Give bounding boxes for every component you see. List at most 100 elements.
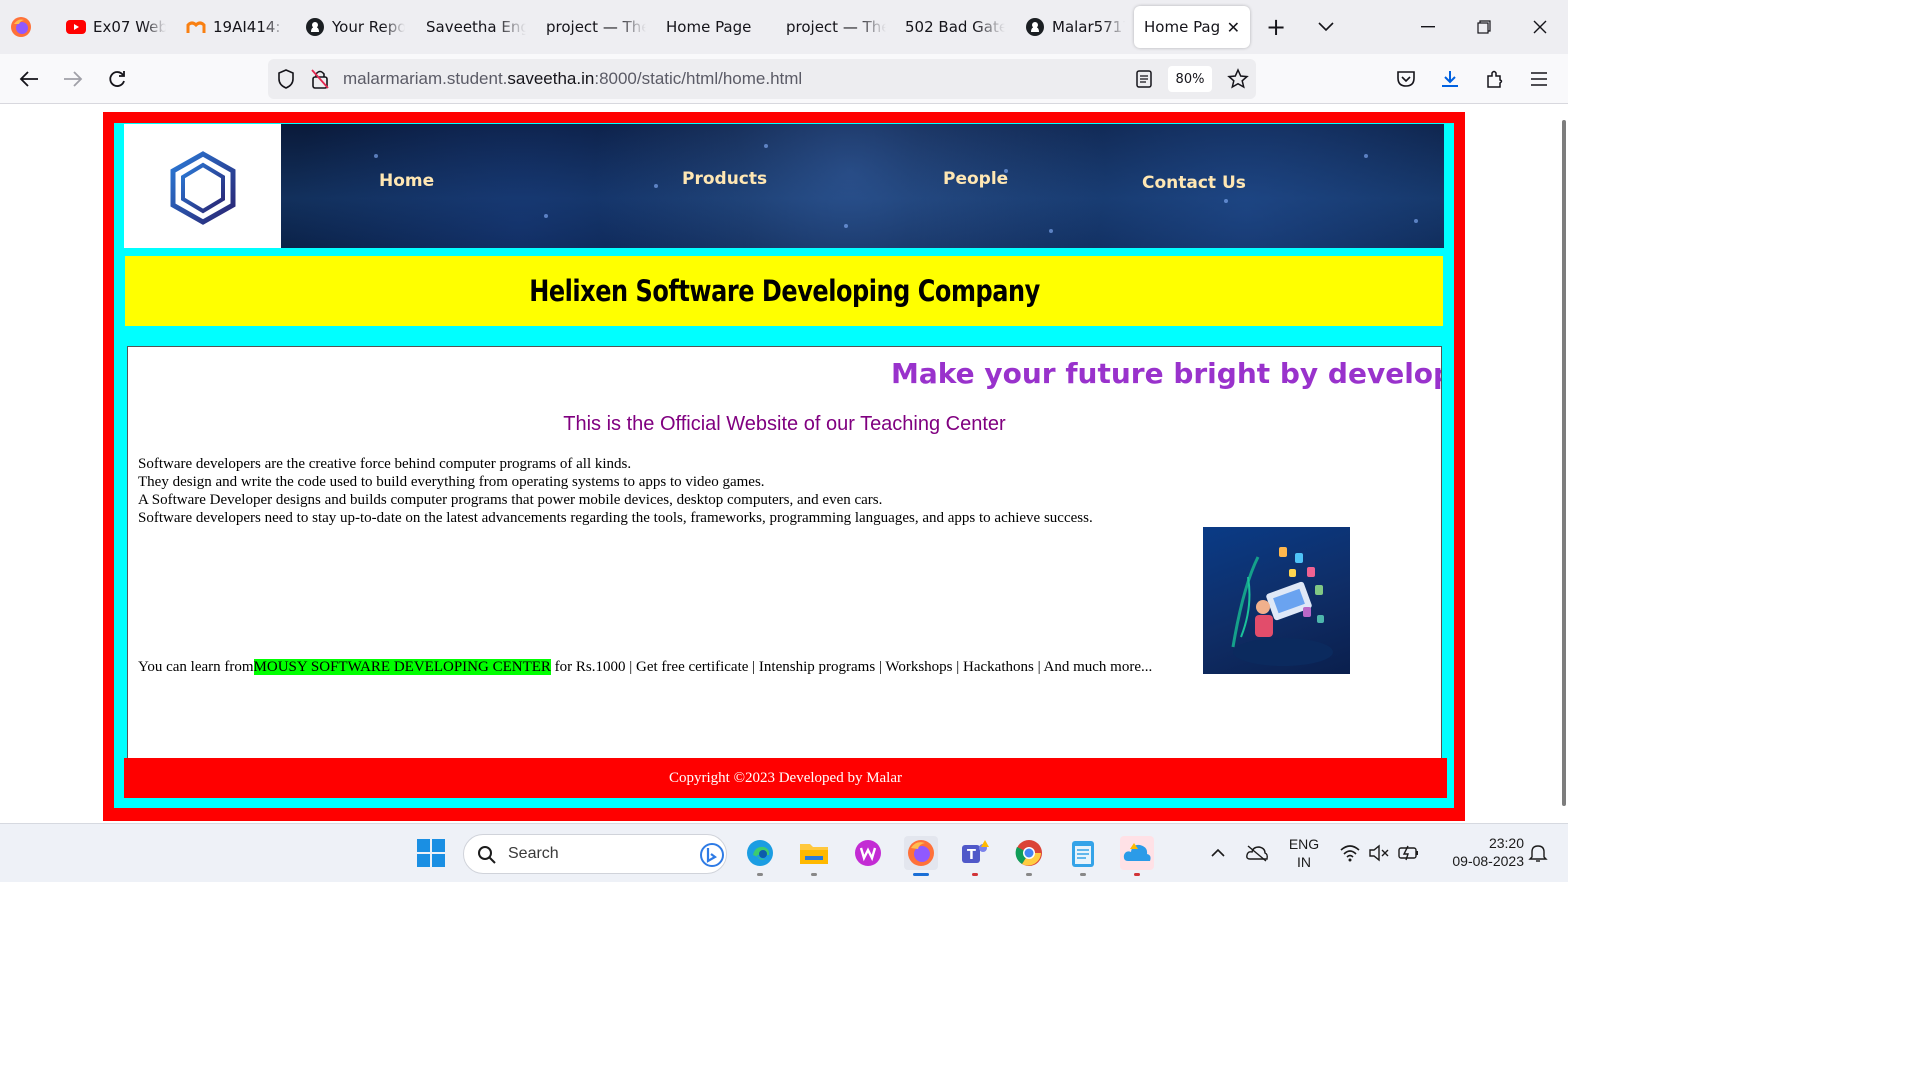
- back-button[interactable]: [14, 64, 44, 94]
- pocket-button[interactable]: [1391, 64, 1421, 94]
- inner-cyan-container: Home Products People Contact Us Helixen …: [114, 123, 1454, 808]
- vertical-scrollbar[interactable]: [1562, 120, 1566, 806]
- new-tab-button[interactable]: +: [1261, 12, 1291, 42]
- tab-saveetha-engi[interactable]: Saveetha Engi: [426, 6, 526, 48]
- header-background-image: [124, 124, 1444, 248]
- center-name-highlight: MOUSY SOFTWARE DEVELOPING CENTER: [253, 659, 551, 675]
- paragraph-line: They design and write the code used to b…: [138, 474, 765, 490]
- windows-taskbar: Search T ENG IN 23:20 09-08-2023: [0, 823, 1568, 882]
- address-bar[interactable]: malarmariam.student.saveetha.in:8000/sta…: [268, 59, 1256, 99]
- puzzle-icon: [1487, 70, 1503, 88]
- notepad-icon: [1072, 841, 1094, 867]
- navigation-toolbar: malarmariam.student.saveetha.in:8000/sta…: [0, 54, 1568, 104]
- copyright-text: Copyright ©2023 Developed by Malar: [668, 769, 903, 786]
- paragraph-line: A Software Developer designs and builds …: [138, 492, 883, 508]
- youtube-icon: [66, 17, 86, 37]
- nav-link-people[interactable]: People: [943, 169, 1008, 189]
- taskbar-edge[interactable]: [743, 836, 777, 876]
- learn-prefix: You can learn from: [138, 659, 254, 675]
- paragraph-line: Software developers are the creative for…: [138, 456, 632, 472]
- nav-link-products[interactable]: Products: [682, 169, 767, 189]
- close-tab-icon[interactable]: ✕: [1227, 18, 1240, 37]
- tab-label: Your Repo: [332, 18, 405, 36]
- hexagon-logo-icon: [170, 151, 235, 225]
- taskbar-file-explorer[interactable]: [797, 836, 831, 876]
- notification-center[interactable]: [1521, 836, 1555, 870]
- learn-suffix: for Rs.1000 | Get free certificate | Int…: [550, 659, 1153, 675]
- tab-label: Home Page: [1144, 18, 1221, 36]
- main-content: Make your future bright by developi This…: [127, 346, 1442, 759]
- show-hidden-icons[interactable]: [1201, 836, 1235, 870]
- cloud-offline-icon: [1246, 845, 1268, 862]
- bookmark-star-icon[interactable]: [1227, 68, 1249, 94]
- zoom-indicator[interactable]: 80%: [1168, 66, 1212, 92]
- tab-19ai414[interactable]: 19AI414: E: [186, 6, 286, 48]
- url-suffix: :8000/static/html/home.html: [594, 69, 803, 88]
- learn-line: You can learn fromMOUSY SOFTWARE DEVELOP…: [138, 659, 1152, 676]
- close-window-icon[interactable]: [1525, 12, 1555, 42]
- taskbar-app-highlighted[interactable]: [1120, 836, 1154, 876]
- url-domain: saveetha.in: [507, 69, 595, 88]
- teams-icon: T: [962, 840, 989, 863]
- clock-time: 23:20: [1488, 835, 1524, 851]
- app-menu-button[interactable]: [1524, 64, 1554, 94]
- taskbar-chrome[interactable]: [1012, 836, 1046, 876]
- clock-date: 09-08-2023: [1452, 853, 1524, 869]
- tab-project-2[interactable]: project — The: [786, 6, 886, 48]
- windows-logo-icon: [417, 839, 445, 867]
- firefox-icon: [11, 17, 31, 37]
- site-footer: Copyright ©2023 Developed by Malar: [124, 758, 1447, 798]
- reader-view-icon[interactable]: [1136, 70, 1152, 92]
- tab-home-page-active[interactable]: Home Page ✕: [1134, 6, 1250, 48]
- tab-home-page-1[interactable]: Home Page: [666, 6, 766, 48]
- region-code: IN: [1297, 854, 1311, 870]
- nav-link-contact-us[interactable]: Contact Us: [1142, 173, 1246, 193]
- reload-button[interactable]: [102, 64, 132, 94]
- forward-button[interactable]: [58, 64, 88, 94]
- page-viewport: Home Products People Contact Us Helixen …: [0, 104, 1568, 823]
- taskbar-teams[interactable]: T: [958, 836, 992, 876]
- volume-status[interactable]: [1362, 836, 1396, 870]
- restore-icon[interactable]: [1469, 12, 1499, 42]
- tab-label: Saveetha Engi: [426, 18, 526, 36]
- wps-office-icon: [855, 840, 881, 866]
- paragraph-line: Software developers need to stay up-to-d…: [138, 510, 1093, 526]
- chevron-up-icon: [1211, 848, 1225, 857]
- company-banner: Helixen Software Developing Company: [125, 256, 1443, 326]
- download-icon: [1442, 71, 1458, 87]
- url-text[interactable]: malarmariam.student.saveetha.in:8000/sta…: [343, 69, 802, 89]
- insecure-lock-icon[interactable]: [311, 69, 329, 93]
- search-icon: [478, 846, 496, 864]
- tab-malar5717[interactable]: Malar5717: [1025, 6, 1125, 48]
- taskbar-notepad[interactable]: [1066, 836, 1100, 876]
- tab-your-repo[interactable]: Your Repo: [305, 6, 405, 48]
- list-all-tabs-icon[interactable]: [1311, 12, 1341, 42]
- shield-icon[interactable]: [277, 69, 295, 93]
- nav-link-home[interactable]: Home: [379, 171, 434, 191]
- pocket-icon: [1397, 71, 1415, 87]
- wifi-icon: [1340, 845, 1360, 862]
- chrome-icon: [1015, 840, 1042, 866]
- battery-status[interactable]: [1392, 836, 1426, 870]
- bing-icon[interactable]: [699, 842, 725, 868]
- arrow-left-icon: [19, 71, 38, 87]
- tab-strip: Ex07 Webs 19AI414: E Your Repo Saveetha …: [0, 0, 1568, 54]
- downloads-button[interactable]: [1435, 64, 1465, 94]
- language-indicator[interactable]: ENG IN: [1284, 836, 1324, 870]
- taskbar-firefox[interactable]: [904, 836, 938, 876]
- firefox-view-button[interactable]: [10, 6, 40, 48]
- tab-502-bad-gateway[interactable]: 502 Bad Gatev: [905, 6, 1005, 48]
- minimize-icon[interactable]: [1413, 12, 1443, 42]
- start-button[interactable]: [414, 836, 448, 870]
- tab-project-1[interactable]: project — The: [546, 6, 646, 48]
- tab-ex07[interactable]: Ex07 Webs: [66, 6, 166, 48]
- official-website-heading: This is the Official Website of our Teac…: [563, 413, 1006, 435]
- clock[interactable]: 23:20 09-08-2023: [1432, 835, 1524, 869]
- taskbar-search[interactable]: Search: [463, 834, 727, 874]
- company-logo[interactable]: [124, 124, 281, 248]
- taskbar-wps[interactable]: [851, 836, 885, 870]
- extensions-button[interactable]: [1480, 64, 1510, 94]
- onedrive-status[interactable]: [1240, 836, 1274, 870]
- tab-label: 502 Bad Gatev: [905, 18, 1005, 36]
- edge-icon: [747, 840, 773, 866]
